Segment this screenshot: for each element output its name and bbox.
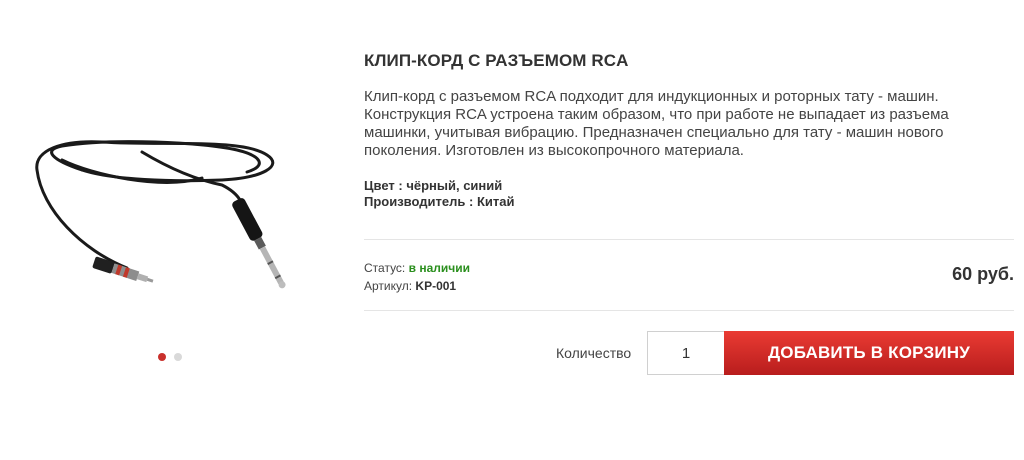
status-row: Статус: в наличии (364, 259, 470, 277)
maker-label: Производитель : (364, 194, 474, 209)
status-block: Статус: в наличии Артикул: KP-001 (364, 259, 470, 295)
gallery-dot-2[interactable] (174, 353, 182, 361)
product-description: Клип-корд с разъемом RCA подходит для ин… (364, 88, 949, 159)
color-label: Цвет : (364, 178, 403, 193)
divider-bottom (364, 310, 1014, 311)
color-property: Цвет : чёрный, синий (364, 178, 1014, 194)
sku-label: Артикул: (364, 279, 413, 293)
product-properties: Цвет : чёрный, синий Производитель : Кит… (364, 178, 1014, 210)
clip-cord-image (35, 140, 286, 289)
status-value: в наличии (408, 261, 470, 275)
product-info: КЛИП-КОРД С РАЗЪЕМОМ RCA Клип-корд с раз… (364, 50, 1014, 210)
sku-row: Артикул: KP-001 (364, 277, 470, 295)
product-price: 60 руб. (952, 264, 1014, 284)
maker-property: Производитель : Китай (364, 194, 1014, 210)
product-image[interactable] (22, 100, 322, 320)
divider-top (364, 239, 1014, 240)
gallery-dots (158, 353, 182, 361)
status-label: Статус: (364, 261, 406, 275)
quantity-input[interactable] (647, 331, 724, 375)
add-to-cart-button[interactable]: ДОБАВИТЬ В КОРЗИНУ (724, 331, 1014, 375)
color-value: чёрный, синий (406, 178, 503, 193)
sku-value: KP-001 (415, 279, 457, 293)
quantity-label: Количество (556, 345, 632, 361)
maker-value: Китай (476, 194, 515, 209)
product-title: КЛИП-КОРД С РАЗЪЕМОМ RCA (364, 51, 629, 70)
gallery-dot-1[interactable] (158, 353, 166, 361)
